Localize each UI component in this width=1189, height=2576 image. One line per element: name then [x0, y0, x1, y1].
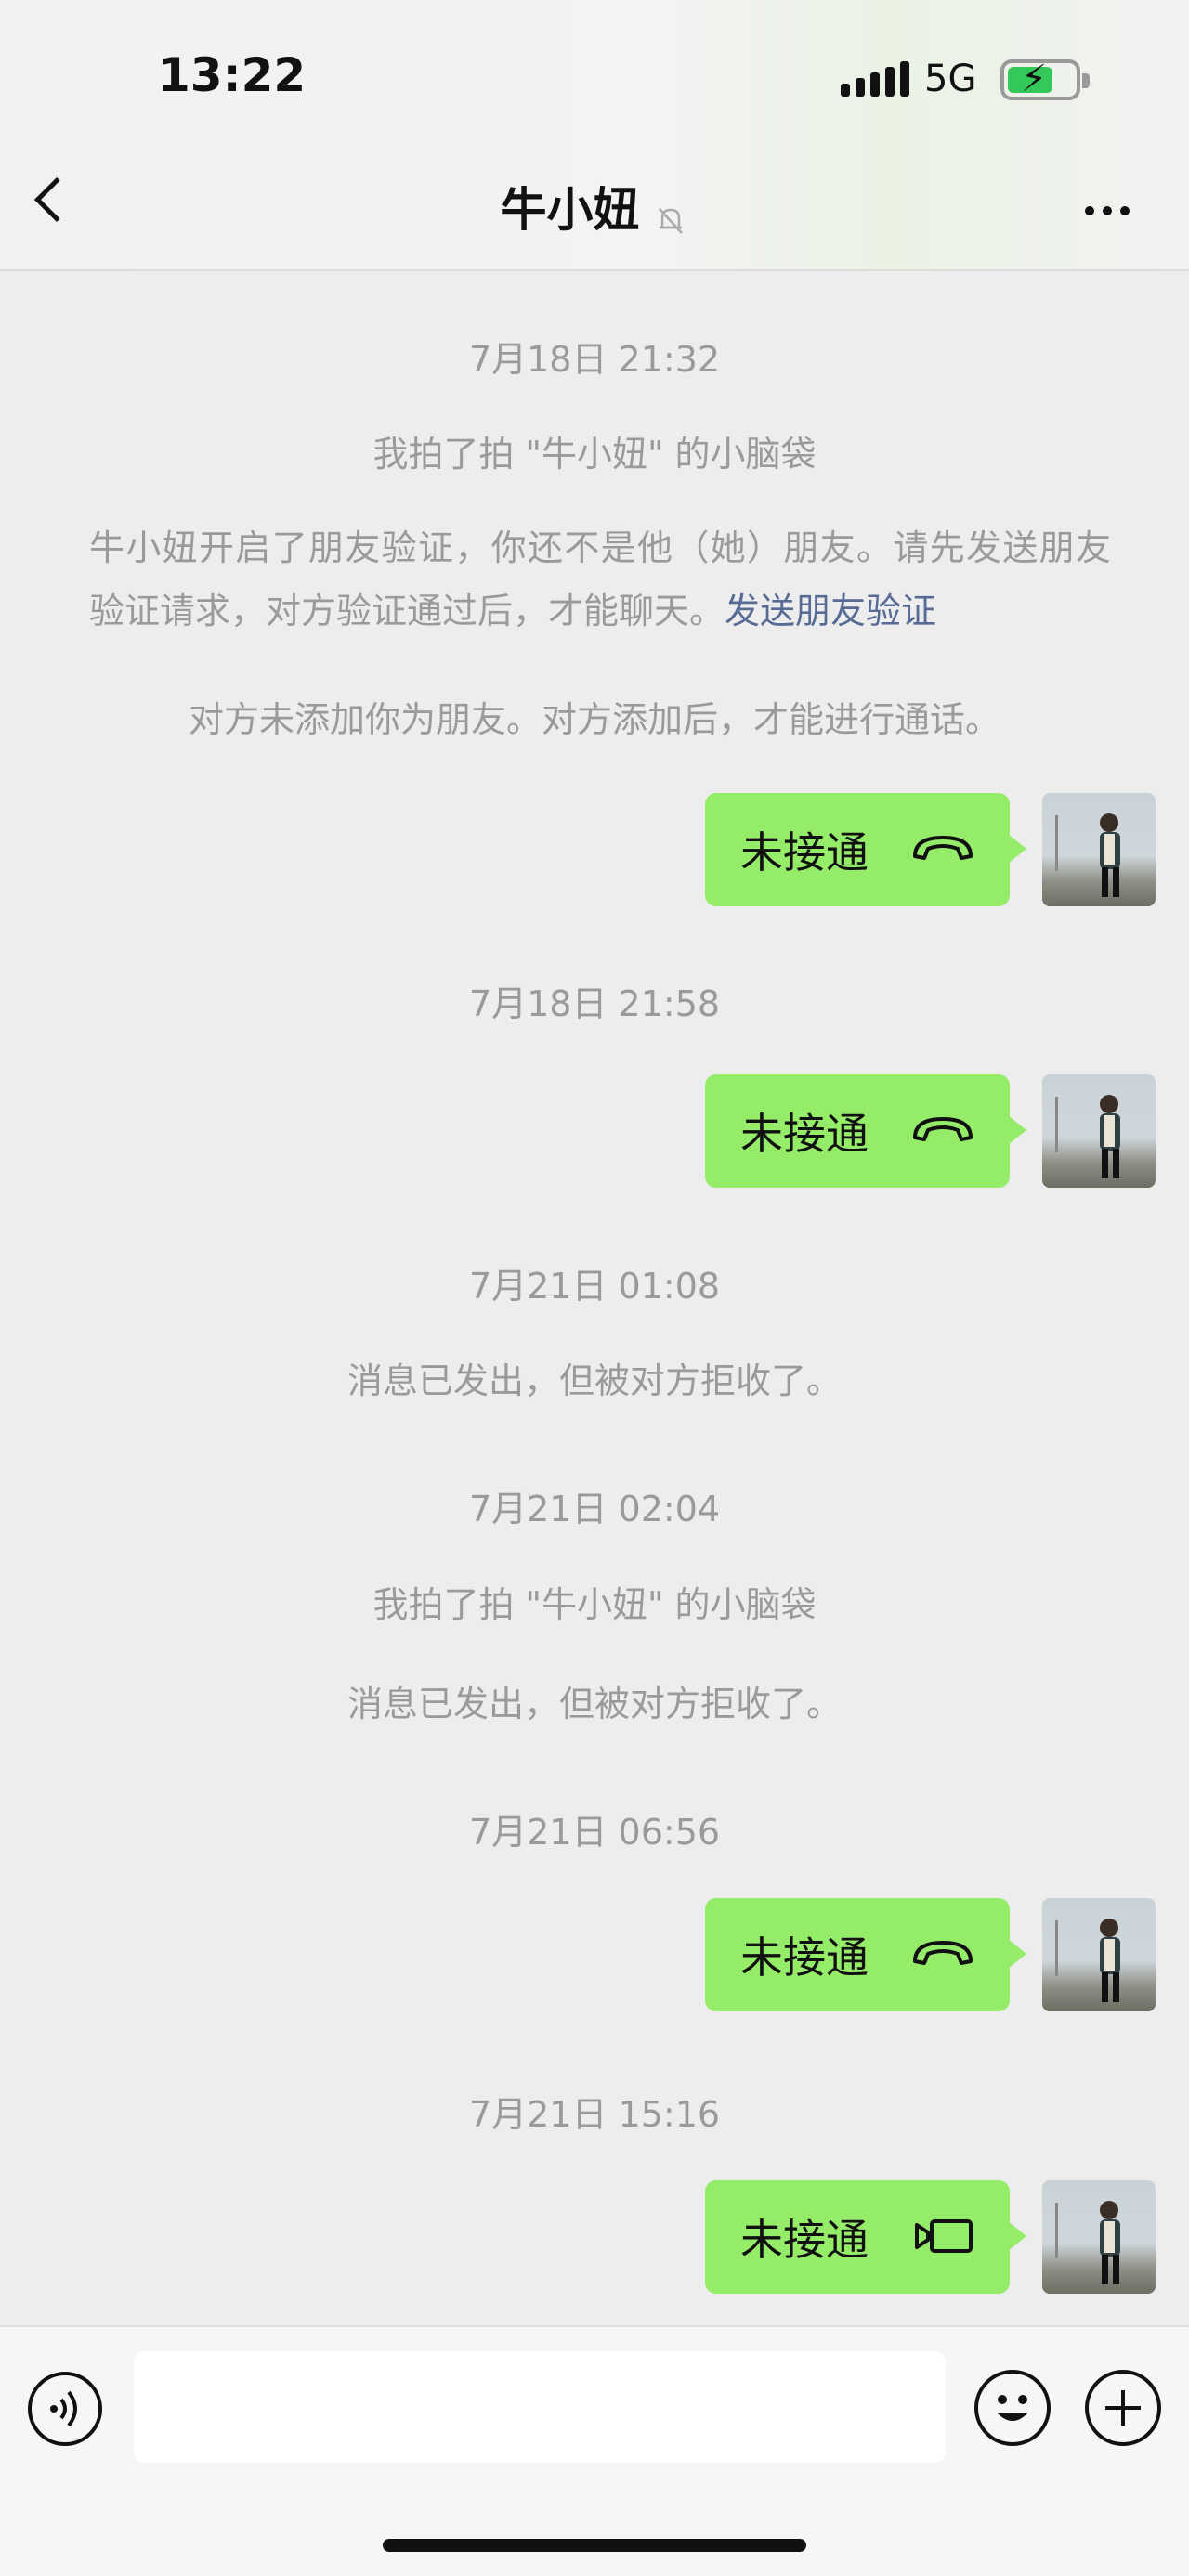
network-type: 5G — [924, 58, 977, 100]
plus-icon[interactable] — [1085, 2370, 1161, 2446]
chat-screen: 13:22 5G ⚡ 牛小妞 7月18日 21:32 我拍了拍 "牛小妞" 的小… — [0, 0, 1189, 2576]
timestamp: 7月21日 01:08 — [468, 1266, 721, 1307]
timestamp: 7月21日 06:56 — [468, 1812, 721, 1853]
call-bubble[interactable]: 未接通 — [705, 1898, 1026, 2011]
battery-icon: ⚡ — [1000, 58, 1090, 100]
send-verification-link[interactable]: 发送朋友验证 — [725, 591, 936, 631]
message-row: 未接通 — [0, 1074, 1189, 1188]
cellular-signal-icon — [841, 61, 909, 97]
message-row: 未接通 — [0, 793, 1189, 906]
call-status: 未接通 — [740, 2215, 869, 2265]
phone-hangup-icon — [909, 1937, 976, 1974]
bell-muted-icon — [652, 202, 689, 242]
chat-title: 牛小妞 — [500, 183, 640, 237]
timestamp: 7月18日 21:32 — [468, 339, 721, 380]
message-input[interactable] — [134, 2351, 946, 2463]
system-message: 我拍了拍 "牛小妞" 的小脑袋 — [372, 1584, 817, 1625]
voice-input-icon[interactable] — [28, 2372, 102, 2446]
avatar[interactable] — [1042, 1898, 1156, 2011]
system-message: 对方未添加你为朋友。对方添加后，才能进行通话。 — [188, 699, 1000, 740]
call-bubble[interactable]: 未接通 — [705, 793, 1026, 906]
video-camera-icon — [913, 2218, 976, 2258]
timestamp: 7月18日 21:58 — [468, 983, 721, 1024]
system-message: 消息已发出，但被对方拒收了。 — [346, 1360, 842, 1401]
call-status: 未接通 — [740, 1932, 869, 1983]
status-time: 13:22 — [158, 48, 307, 102]
header: 13:22 5G ⚡ 牛小妞 — [0, 0, 1189, 271]
phone-hangup-icon — [909, 1113, 976, 1151]
system-message: 牛小妞开启了朋友验证，你还不是他（她）朋友。请先发送朋友验证请求，对方验证通过后… — [89, 516, 1111, 643]
message-row: 未接通 — [0, 1898, 1189, 2011]
emoji-icon[interactable] — [974, 2370, 1051, 2446]
avatar[interactable] — [1042, 2180, 1156, 2294]
call-status: 未接通 — [740, 827, 869, 878]
timestamp: 7月21日 15:16 — [468, 2094, 721, 2135]
call-bubble[interactable]: 未接通 — [705, 2180, 1026, 2294]
system-message: 我拍了拍 "牛小妞" 的小脑袋 — [372, 434, 817, 475]
phone-hangup-icon — [909, 832, 976, 869]
input-bar — [0, 2325, 1189, 2576]
avatar[interactable] — [1042, 793, 1156, 906]
avatar[interactable] — [1042, 1074, 1156, 1188]
call-status: 未接通 — [740, 1109, 869, 1159]
message-row: 未接通 — [0, 2180, 1189, 2294]
call-bubble[interactable]: 未接通 — [705, 1074, 1026, 1188]
more-options-icon[interactable] — [1085, 206, 1130, 215]
verification-notice: 牛小妞开启了朋友验证，你还不是他（她）朋友。请先发送朋友验证请求，对方验证通过后… — [89, 527, 1111, 631]
home-indicator — [383, 2539, 806, 2552]
system-message: 消息已发出，但被对方拒收了。 — [346, 1684, 842, 1724]
timestamp: 7月21日 02:04 — [468, 1489, 721, 1529]
